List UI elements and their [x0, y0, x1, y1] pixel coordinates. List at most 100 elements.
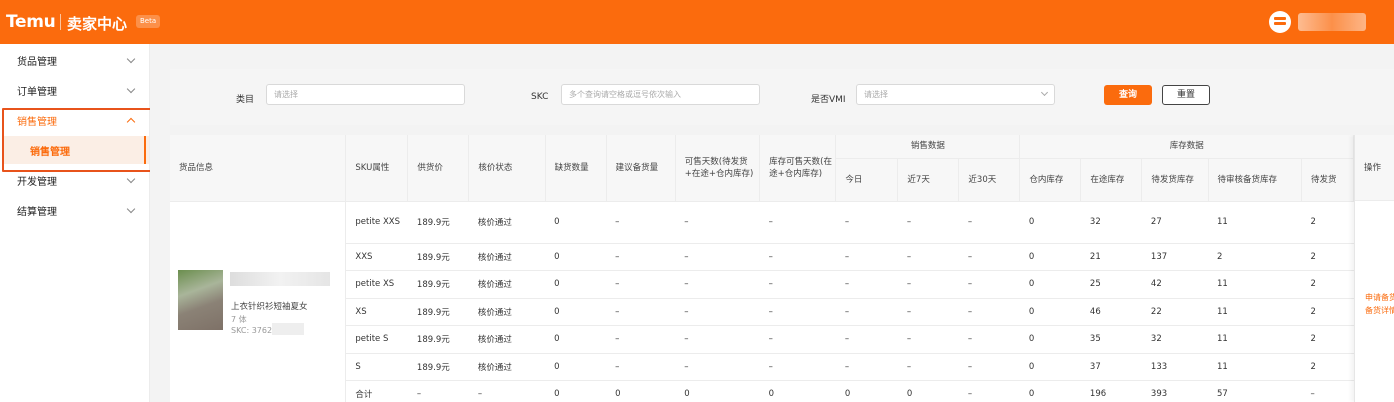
sidebar-item-settlement[interactable]: 结算管理	[0, 195, 150, 225]
cell-days1: –	[675, 325, 760, 354]
vmi-select[interactable]: 请选择	[856, 84, 1055, 105]
cell-price: 189.9元	[407, 325, 469, 354]
stock-detail-link[interactable]: 备货详情	[1365, 305, 1394, 316]
app-title: 卖家中心	[67, 15, 128, 33]
table-row: 上衣针织衫短袖夏女 7 体 SKC: 3762 petite XXS 189.9元 核价通…	[170, 201, 1354, 402]
cell-d30: –	[958, 325, 1020, 354]
sidebar-item-label: 货品管理	[17, 56, 57, 68]
user-name-redacted[interactable]	[1298, 13, 1366, 31]
cell-review: 57	[1208, 380, 1302, 402]
cell-wh: 0	[1019, 243, 1081, 271]
user-avatar-icon[interactable]	[1269, 11, 1291, 33]
th-product-info: 货品信息	[170, 135, 347, 202]
cell-suggest: –	[606, 243, 676, 271]
table-row: petite S 189.9元 核价通过 0– – – – – –0 35 32 11 2	[170, 325, 1354, 354]
cell-status: 核价通过	[468, 325, 546, 354]
cell-shortage: 0	[545, 243, 607, 271]
th-sales-group: 销售数据	[835, 135, 1021, 159]
th-operation: 操作	[1355, 135, 1394, 201]
cell-days2: –	[759, 270, 836, 299]
cell-days2: –	[759, 298, 836, 326]
cell-ship: –	[1301, 380, 1354, 402]
category-select[interactable]: 请选择	[266, 84, 465, 105]
sidebar-item-orders[interactable]: 订单管理	[0, 75, 150, 105]
cell-days2: –	[759, 201, 836, 244]
apply-stock-link[interactable]: 申请备货	[1365, 292, 1394, 303]
cell-pending: 393	[1141, 380, 1208, 402]
brand-logo[interactable]: Temu	[6, 12, 56, 32]
sidebar-subitem-sales-management[interactable]: 销售管理	[4, 136, 149, 164]
cell-status: –	[468, 380, 546, 402]
cell-transit: 37	[1080, 353, 1142, 381]
cell-ship: 2	[1301, 325, 1354, 354]
cell-price: –	[407, 380, 469, 402]
product-thumbnail[interactable]	[178, 269, 223, 330]
cell-transit: 25	[1080, 270, 1142, 299]
product-skc-redacted	[272, 322, 304, 335]
cell-pending: 32	[1141, 325, 1208, 354]
cell-price: 189.9元	[407, 243, 469, 271]
table-row: petite XS 189.9元 核价通过 0– – – – – –0 25 42 11 2	[170, 270, 1354, 299]
cell-d30: –	[958, 353, 1020, 381]
cell-today: –	[835, 325, 898, 354]
cell-days2: –	[759, 353, 836, 381]
operation-column: 操作 申请备货 备货详情	[1354, 135, 1394, 402]
top-bar: Temu 卖家中心 Beta	[0, 0, 1394, 44]
cell-d7: –	[897, 325, 959, 354]
cell-d7: –	[897, 353, 959, 381]
sidebar-item-goods[interactable]: 货品管理	[0, 45, 150, 75]
cell-status: 核价通过	[468, 270, 546, 299]
sidebar-item-sales[interactable]: 销售管理	[0, 105, 150, 135]
cell-status: 核价通过	[468, 298, 546, 326]
cell-status: 核价通过	[468, 353, 546, 381]
cell-d7: –	[897, 243, 959, 271]
th-suggested-qty: 建议备货量	[606, 135, 676, 202]
skc-input[interactable]: 多个查询请空格或逗号依次输入	[561, 84, 760, 105]
query-button[interactable]: 查询	[1104, 85, 1152, 105]
th-price-status: 核价状态	[468, 135, 546, 202]
chevron-down-icon	[1040, 88, 1049, 97]
cell-days1: –	[675, 298, 760, 326]
cell-ship: 2	[1301, 243, 1354, 271]
cell-price: 189.9元	[407, 201, 469, 244]
cell-transit: 196	[1080, 380, 1142, 402]
cell-sku: XS	[345, 298, 408, 326]
sidebar-item-label: 结算管理	[17, 206, 57, 218]
cell-shortage: 0	[545, 325, 607, 354]
th-shortage-qty: 缺货数量	[545, 135, 607, 202]
th-today: 今日	[835, 158, 899, 202]
cell-suggest: –	[606, 201, 676, 244]
th-days-sale-pending: 可售天数(待发货+在途+仓内库存)	[675, 135, 761, 202]
table-row: 合计 – –0 0 0 0 0 0–0 196 393 57–	[170, 380, 1354, 402]
cell-pending: 42	[1141, 270, 1208, 299]
cell-today: –	[835, 201, 898, 244]
th-inventory-group: 库存数据	[1019, 135, 1354, 159]
product-info-cell: 上衣针织衫短袖夏女 7 体 SKC: 3762	[170, 201, 347, 402]
sidebar-item-development[interactable]: 开发管理	[0, 165, 150, 195]
cell-days1: –	[675, 270, 760, 299]
cell-sku: petite S	[345, 325, 408, 354]
cell-days1: –	[675, 353, 760, 381]
cell-shortage: 0	[545, 298, 607, 326]
product-name-redacted	[230, 271, 330, 286]
cell-ship: 2	[1301, 201, 1354, 244]
th-warehouse: 仓内库存	[1019, 158, 1082, 202]
th-sku-attr: SKU属性	[345, 135, 409, 202]
cell-suggest: –	[606, 325, 676, 354]
th-last7: 近7天	[897, 158, 960, 202]
sidebar: 货品管理 订单管理 销售管理 销售管理 开发管理 结算管理	[0, 44, 150, 402]
cell-shortage: 0	[545, 353, 607, 381]
cell-d30: –	[958, 298, 1020, 326]
cell-d30: –	[958, 380, 1020, 402]
cell-wh: 0	[1019, 380, 1081, 402]
cell-days2: –	[759, 243, 836, 271]
reset-button[interactable]: 重置	[1162, 85, 1210, 105]
th-days-stock: 库存可售天数(在途+仓内库存)	[759, 135, 837, 202]
cell-today: –	[835, 270, 898, 299]
cell-price: 189.9元	[407, 270, 469, 299]
chevron-down-icon	[126, 54, 136, 64]
cell-sku: petite XXS	[345, 201, 408, 244]
table-row: XS 189.9元 核价通过 0– – – – – –0 46 22 11 2	[170, 298, 1354, 326]
cell-suggest: –	[606, 298, 676, 326]
cell-transit: 35	[1080, 325, 1142, 354]
